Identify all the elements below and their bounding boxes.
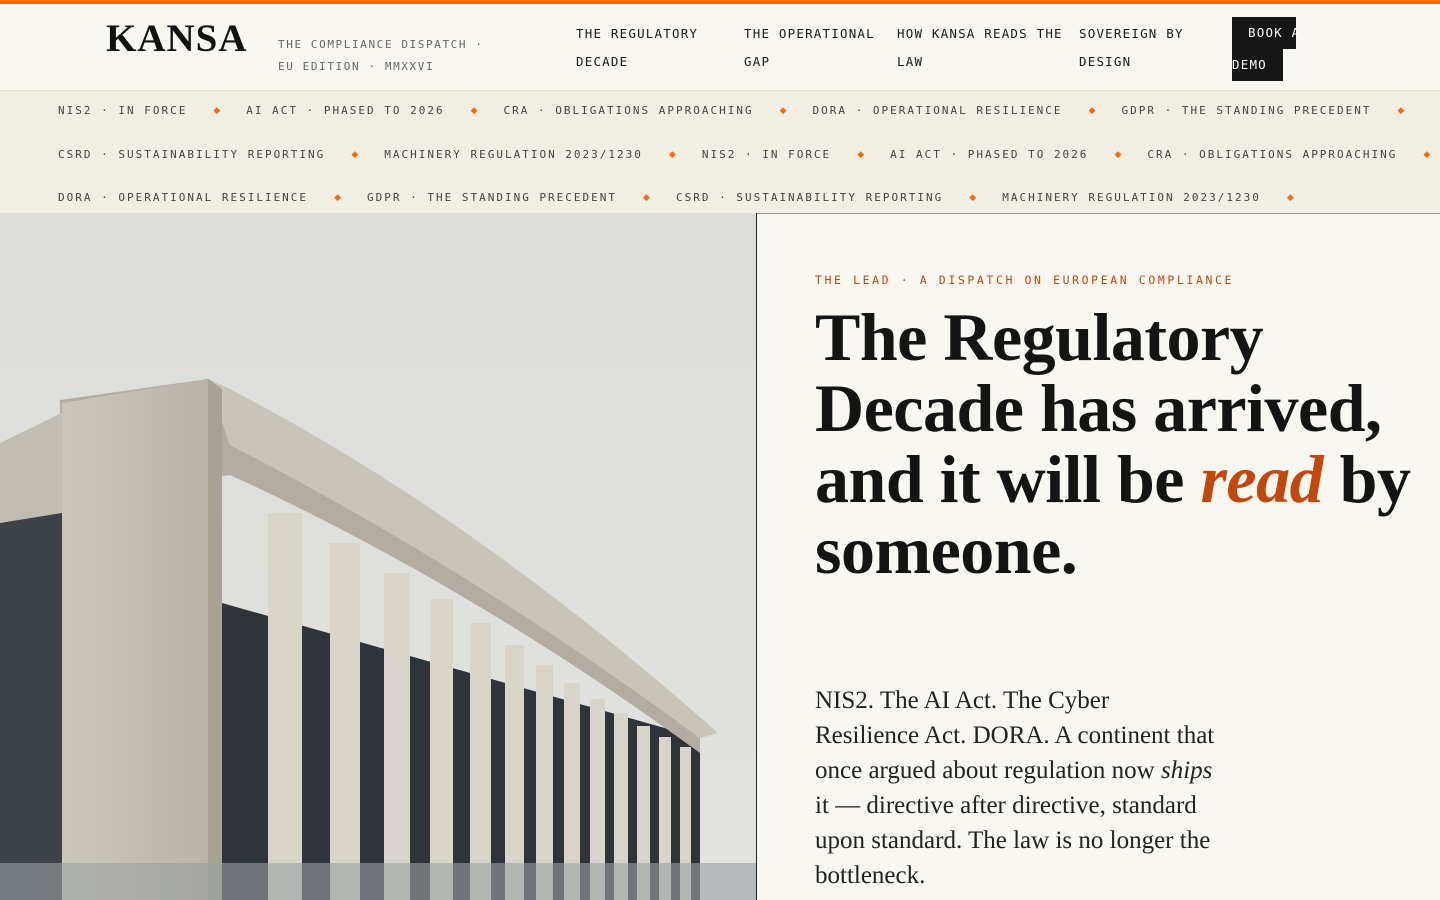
ticker-item: GDPR · THE STANDING PRECEDENT bbox=[366, 191, 618, 204]
diamond-icon: ◆ bbox=[1088, 105, 1096, 115]
diamond-icon: ◆ bbox=[213, 105, 221, 115]
ticker-item: MACHINERY REGULATION 2023/1230 bbox=[1002, 191, 1261, 204]
ticker-item: CSRD · SUSTAINABILITY REPORTING bbox=[675, 191, 944, 204]
book-demo-label-2: DEMO bbox=[1232, 49, 1283, 81]
ticker-item: NIS2 · IN FORCE bbox=[701, 148, 832, 161]
nav-link-line: SOVEREIGN BY bbox=[1079, 26, 1184, 41]
hero-headline: The Regulatory Decade has arrived, and i… bbox=[815, 302, 1415, 586]
diamond-icon: ◆ bbox=[1397, 105, 1405, 115]
hero-kicker: THE LEAD · A DISPATCH ON EUROPEAN COMPLI… bbox=[815, 273, 1235, 287]
headline-emphasis: read bbox=[1200, 441, 1324, 517]
nav-link-line: THE REGULATORY bbox=[576, 26, 699, 41]
ticker-item: DORA · OPERATIONAL RESILIENCE bbox=[58, 191, 309, 204]
logo[interactable]: KANSA bbox=[106, 16, 248, 61]
nav-link-regulatory-decade[interactable]: THE REGULATORY DECADE bbox=[576, 20, 698, 76]
nav-link-operational-gap[interactable]: THE OPERATIONAL GAP bbox=[744, 20, 875, 76]
diamond-icon: ◆ bbox=[668, 149, 676, 159]
book-demo-label-1: BOOK A bbox=[1232, 17, 1299, 49]
nav-link-line: THE OPERATIONAL bbox=[744, 26, 875, 41]
diamond-icon: ◆ bbox=[969, 192, 977, 202]
regulation-ticker: NIS2 · IN FORCE ◆ AI ACT · PHASED TO 2026 ◆… bbox=[0, 90, 1440, 214]
nav-link-line: DECADE bbox=[576, 54, 629, 69]
diamond-icon: ◆ bbox=[779, 105, 787, 115]
tagline: THE COMPLIANCE DISPATCH · EU EDITION · M… bbox=[278, 34, 498, 78]
ticker-item: GDPR · THE STANDING PRECEDENT bbox=[1121, 104, 1372, 117]
tagline-line-2: EU EDITION · MMXXVI bbox=[278, 60, 435, 73]
colonnade-illustration bbox=[0, 213, 756, 900]
diamond-icon: ◆ bbox=[1423, 149, 1431, 159]
ticker-item: CSRD · SUSTAINABILITY REPORTING bbox=[58, 148, 326, 161]
lede-text: NIS2. The AI Act. The Cyber Resilience A… bbox=[815, 687, 1215, 784]
ticker-item: CRA · OBLIGATIONS APPROACHING bbox=[1147, 148, 1398, 161]
diamond-icon: ◆ bbox=[334, 192, 341, 202]
diamond-icon: ◆ bbox=[1114, 149, 1122, 159]
lede-text: it — directive after directive, standard… bbox=[815, 792, 1211, 889]
ticker-row: DORA · OPERATIONAL RESILIENCE ◆ GDPR · THE… bbox=[58, 188, 1320, 206]
nav-link-line: DESIGN bbox=[1079, 54, 1132, 69]
hero-divider bbox=[756, 213, 757, 900]
ticker-row: CSRD · SUSTAINABILITY REPORTING ◆ MACHINER… bbox=[58, 145, 1440, 163]
diamond-icon: ◆ bbox=[351, 149, 359, 159]
hero-building-image bbox=[0, 213, 756, 900]
ticker-item: MACHINERY REGULATION 2023/1230 bbox=[384, 148, 643, 161]
nav-link-line: HOW KANSA READS THE bbox=[897, 26, 1063, 41]
nav-link-sovereign-by-design[interactable]: SOVEREIGN BY DESIGN bbox=[1079, 20, 1184, 76]
ticker-item: NIS2 · IN FORCE bbox=[58, 104, 188, 117]
diamond-icon: ◆ bbox=[643, 192, 650, 202]
diamond-icon: ◆ bbox=[857, 149, 865, 159]
ticker-item: AI ACT · PHASED TO 2026 bbox=[890, 148, 1089, 161]
site-header: KANSA THE COMPLIANCE DISPATCH · EU EDITI… bbox=[0, 4, 1440, 90]
nav-link-line: LAW bbox=[897, 54, 924, 69]
book-demo-button[interactable]: BOOK A DEMO bbox=[1232, 17, 1299, 81]
diamond-icon: ◆ bbox=[470, 105, 478, 115]
ticker-item: AI ACT · PHASED TO 2026 bbox=[246, 104, 445, 117]
diamond-icon: ◆ bbox=[1286, 192, 1294, 202]
hero-lede: NIS2. The AI Act. The Cyber Resilience A… bbox=[815, 683, 1215, 893]
ticker-row: NIS2 · IN FORCE ◆ AI ACT · PHASED TO 2026 ◆… bbox=[58, 101, 1430, 119]
ticker-item: CRA · OBLIGATIONS APPROACHING bbox=[503, 104, 754, 117]
nav-link-how-kansa-reads[interactable]: HOW KANSA READS THE LAW bbox=[897, 20, 1063, 76]
lede-emphasis: ships bbox=[1160, 757, 1213, 784]
tagline-line-1: THE COMPLIANCE DISPATCH · bbox=[278, 38, 484, 51]
ticker-item: DORA · OPERATIONAL RESILIENCE bbox=[812, 104, 1063, 117]
nav-link-line: GAP bbox=[744, 54, 771, 69]
